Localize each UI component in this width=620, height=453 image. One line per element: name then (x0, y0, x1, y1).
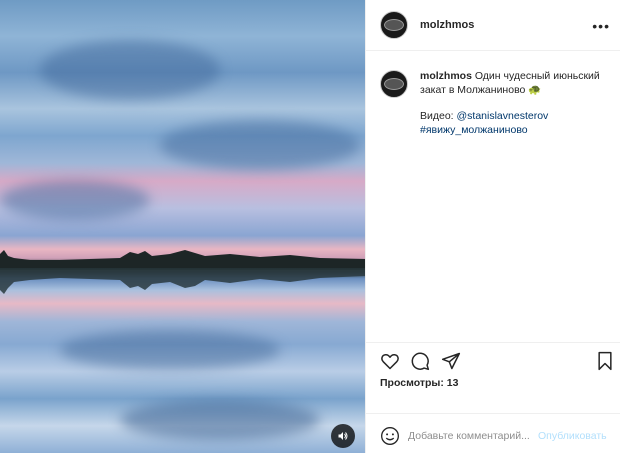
hashtag-link[interactable]: #явижу_молжаниново (420, 124, 610, 138)
mention-link[interactable]: @stanislavnesterov (457, 110, 549, 122)
comment-input[interactable] (408, 430, 536, 442)
video-credit-label: Видео: (420, 110, 457, 122)
post-actions (380, 351, 612, 373)
bookmark-icon[interactable] (596, 351, 614, 371)
speaker-icon (338, 432, 348, 440)
header-username[interactable]: molzhmos (420, 19, 474, 31)
tree-line (0, 250, 365, 268)
post-caption: molzhmos Один чудесный июньский закат в … (380, 70, 610, 137)
turtle-emoji: 🐢 (528, 83, 542, 96)
divider (366, 413, 620, 414)
heart-icon[interactable] (380, 351, 400, 371)
caption-avatar[interactable] (380, 70, 408, 98)
smiley-icon[interactable] (380, 426, 400, 446)
caption-text-block: molzhmos Один чудесный июньский закат в … (420, 70, 610, 137)
tree-reflection (0, 270, 365, 294)
cloud-reflection (120, 400, 320, 440)
instagram-post: molzhmos ••• molzhmos Один чудесный июнь… (0, 0, 620, 453)
caption-username[interactable]: molzhmos (420, 70, 472, 82)
views-count: Просмотры: 13 (380, 377, 459, 389)
divider (366, 342, 620, 343)
comment-bubble-icon[interactable] (410, 351, 430, 371)
comment-form: Опубликовать (380, 426, 616, 446)
paper-plane-icon[interactable] (441, 351, 461, 371)
cloud (0, 180, 150, 220)
cloud (160, 120, 360, 170)
cloud (40, 40, 220, 100)
post-sidebar: molzhmos ••• molzhmos Один чудесный июнь… (365, 0, 620, 453)
post-video[interactable] (0, 0, 365, 453)
post-header: molzhmos ••• (366, 0, 620, 51)
more-horizontal-icon[interactable]: ••• (592, 18, 610, 34)
avatar[interactable] (380, 11, 408, 39)
sound-toggle-button[interactable] (331, 424, 355, 448)
publish-button[interactable]: Опубликовать (538, 430, 607, 442)
cloud-reflection (60, 330, 280, 370)
